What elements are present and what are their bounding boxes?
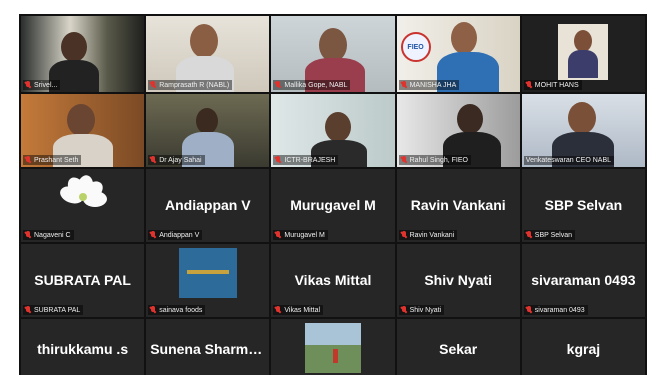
participant-label: Prashant Seth [23, 155, 82, 165]
display-name: Sekar [439, 341, 478, 358]
display-name: kgraj [566, 341, 601, 358]
participant-tile[interactable] [271, 319, 395, 375]
park-profile-image [304, 323, 361, 373]
participant-label: MANISHA JHA [398, 80, 460, 90]
display-name: SBP Selvan [544, 196, 623, 213]
participant-label: Nagaveni C [23, 230, 74, 240]
participant-label: sivaraman 0493 [523, 305, 588, 315]
participant-tile-active-speaker[interactable]: Venkateswaran CEO NABL [521, 94, 645, 167]
participant-label: Ravin Vankani [398, 230, 458, 240]
display-name: Vikas Mittal [294, 271, 372, 288]
participant-label: Venkateswaran CEO NABL [523, 156, 615, 165]
participant-tile[interactable]: Ravin Vankani Ravin Vankani [396, 169, 520, 242]
participant-tile[interactable]: Andiappan V Andiappan V [146, 169, 270, 242]
participant-tile[interactable]: sainava foods [146, 244, 270, 317]
participant-label: sainava foods [148, 305, 206, 315]
sainava-foods-logo [178, 248, 237, 298]
participant-label: MOHIT HANS [523, 80, 582, 90]
mic-muted-icon [275, 231, 281, 239]
display-name: thirukkamu .s [37, 341, 129, 358]
participant-label: Ramprasath R (NABL) [148, 80, 233, 90]
display-name: sivaraman 0493 [531, 271, 636, 288]
display-name: Murugavel M [290, 196, 376, 213]
mic-muted-icon [150, 156, 156, 164]
mic-muted-icon [150, 306, 156, 314]
participant-tile[interactable]: SUBRATA PAL SUBRATA PAL [21, 244, 145, 317]
participant-tile[interactable]: SBP Selvan SBP Selvan [521, 169, 645, 242]
mic-muted-icon [150, 81, 156, 89]
mic-muted-icon [526, 306, 532, 314]
participant-tile[interactable]: Dr Ajay Sahai [146, 94, 270, 167]
participant-label: Shiv Nyati [398, 305, 445, 315]
mic-muted-icon [526, 231, 532, 239]
display-name: Sunena Sharma... [150, 341, 268, 358]
participant-label: Dr Ajay Sahai [148, 155, 205, 165]
participant-tile[interactable]: FIEO MANISHA JHA [396, 16, 520, 92]
mic-muted-icon [275, 81, 281, 89]
participant-label: Vikas Mittal [273, 305, 324, 315]
display-name: SUBRATA PAL [34, 271, 131, 288]
participant-gallery: Srivel... Ramprasath R (NABL) Mallika Go… [19, 14, 647, 375]
display-name: Shiv Nyati [424, 271, 493, 288]
mic-muted-icon [150, 231, 156, 239]
participant-tile[interactable]: Rahul Singh, FIEO [396, 94, 520, 167]
mic-muted-icon [526, 81, 532, 89]
participant-tile[interactable]: MOHIT HANS [521, 16, 645, 92]
participant-tile[interactable]: Prashant Seth [21, 94, 145, 167]
participant-label: Mallika Gope, NABL [273, 80, 351, 90]
participant-label: Rahul Singh, FIEO [398, 155, 471, 165]
participant-tile[interactable]: Sunena Sharma... [146, 319, 270, 375]
participant-tile[interactable]: Murugavel M Murugavel M [271, 169, 395, 242]
lily-profile-image [55, 173, 111, 225]
mic-muted-icon [401, 81, 407, 89]
participant-label: SBP Selvan [523, 230, 576, 240]
mic-muted-icon [401, 156, 407, 164]
participant-tile[interactable]: Shiv Nyati Shiv Nyati [396, 244, 520, 317]
mic-muted-icon [25, 81, 31, 89]
participant-label: Murugavel M [273, 230, 328, 240]
mic-muted-icon [275, 306, 281, 314]
participant-tile[interactable]: Vikas Mittal Vikas Mittal [271, 244, 395, 317]
display-name: Ravin Vankani [410, 196, 506, 213]
mic-muted-icon [25, 156, 31, 164]
mic-muted-icon [25, 231, 31, 239]
mic-muted-icon [401, 231, 407, 239]
mic-muted-icon [25, 306, 31, 314]
fieo-logo: FIEO [400, 32, 431, 62]
mic-muted-icon [275, 156, 281, 164]
participant-label: SUBRATA PAL [23, 305, 84, 315]
participant-label: ICTR-BRAJESH [273, 155, 339, 165]
participant-tile[interactable]: ICTR-BRAJESH [271, 94, 395, 167]
participant-tile[interactable]: Nagaveni C [21, 169, 145, 242]
participant-tile[interactable]: Mallika Gope, NABL [271, 16, 395, 92]
participant-tile[interactable]: sivaraman 0493 sivaraman 0493 [521, 244, 645, 317]
participant-tile[interactable]: Ramprasath R (NABL) [146, 16, 270, 92]
participant-tile[interactable]: Sekar [396, 319, 520, 375]
participant-tile[interactable]: kgraj [521, 319, 645, 375]
participant-label: Andiappan V [148, 230, 203, 240]
mic-muted-icon [401, 306, 407, 314]
participant-tile[interactable]: Srivel... [21, 16, 145, 92]
display-name: Andiappan V [165, 196, 251, 213]
participant-tile[interactable]: thirukkamu .s [21, 319, 145, 375]
participant-label: Srivel... [23, 80, 61, 90]
